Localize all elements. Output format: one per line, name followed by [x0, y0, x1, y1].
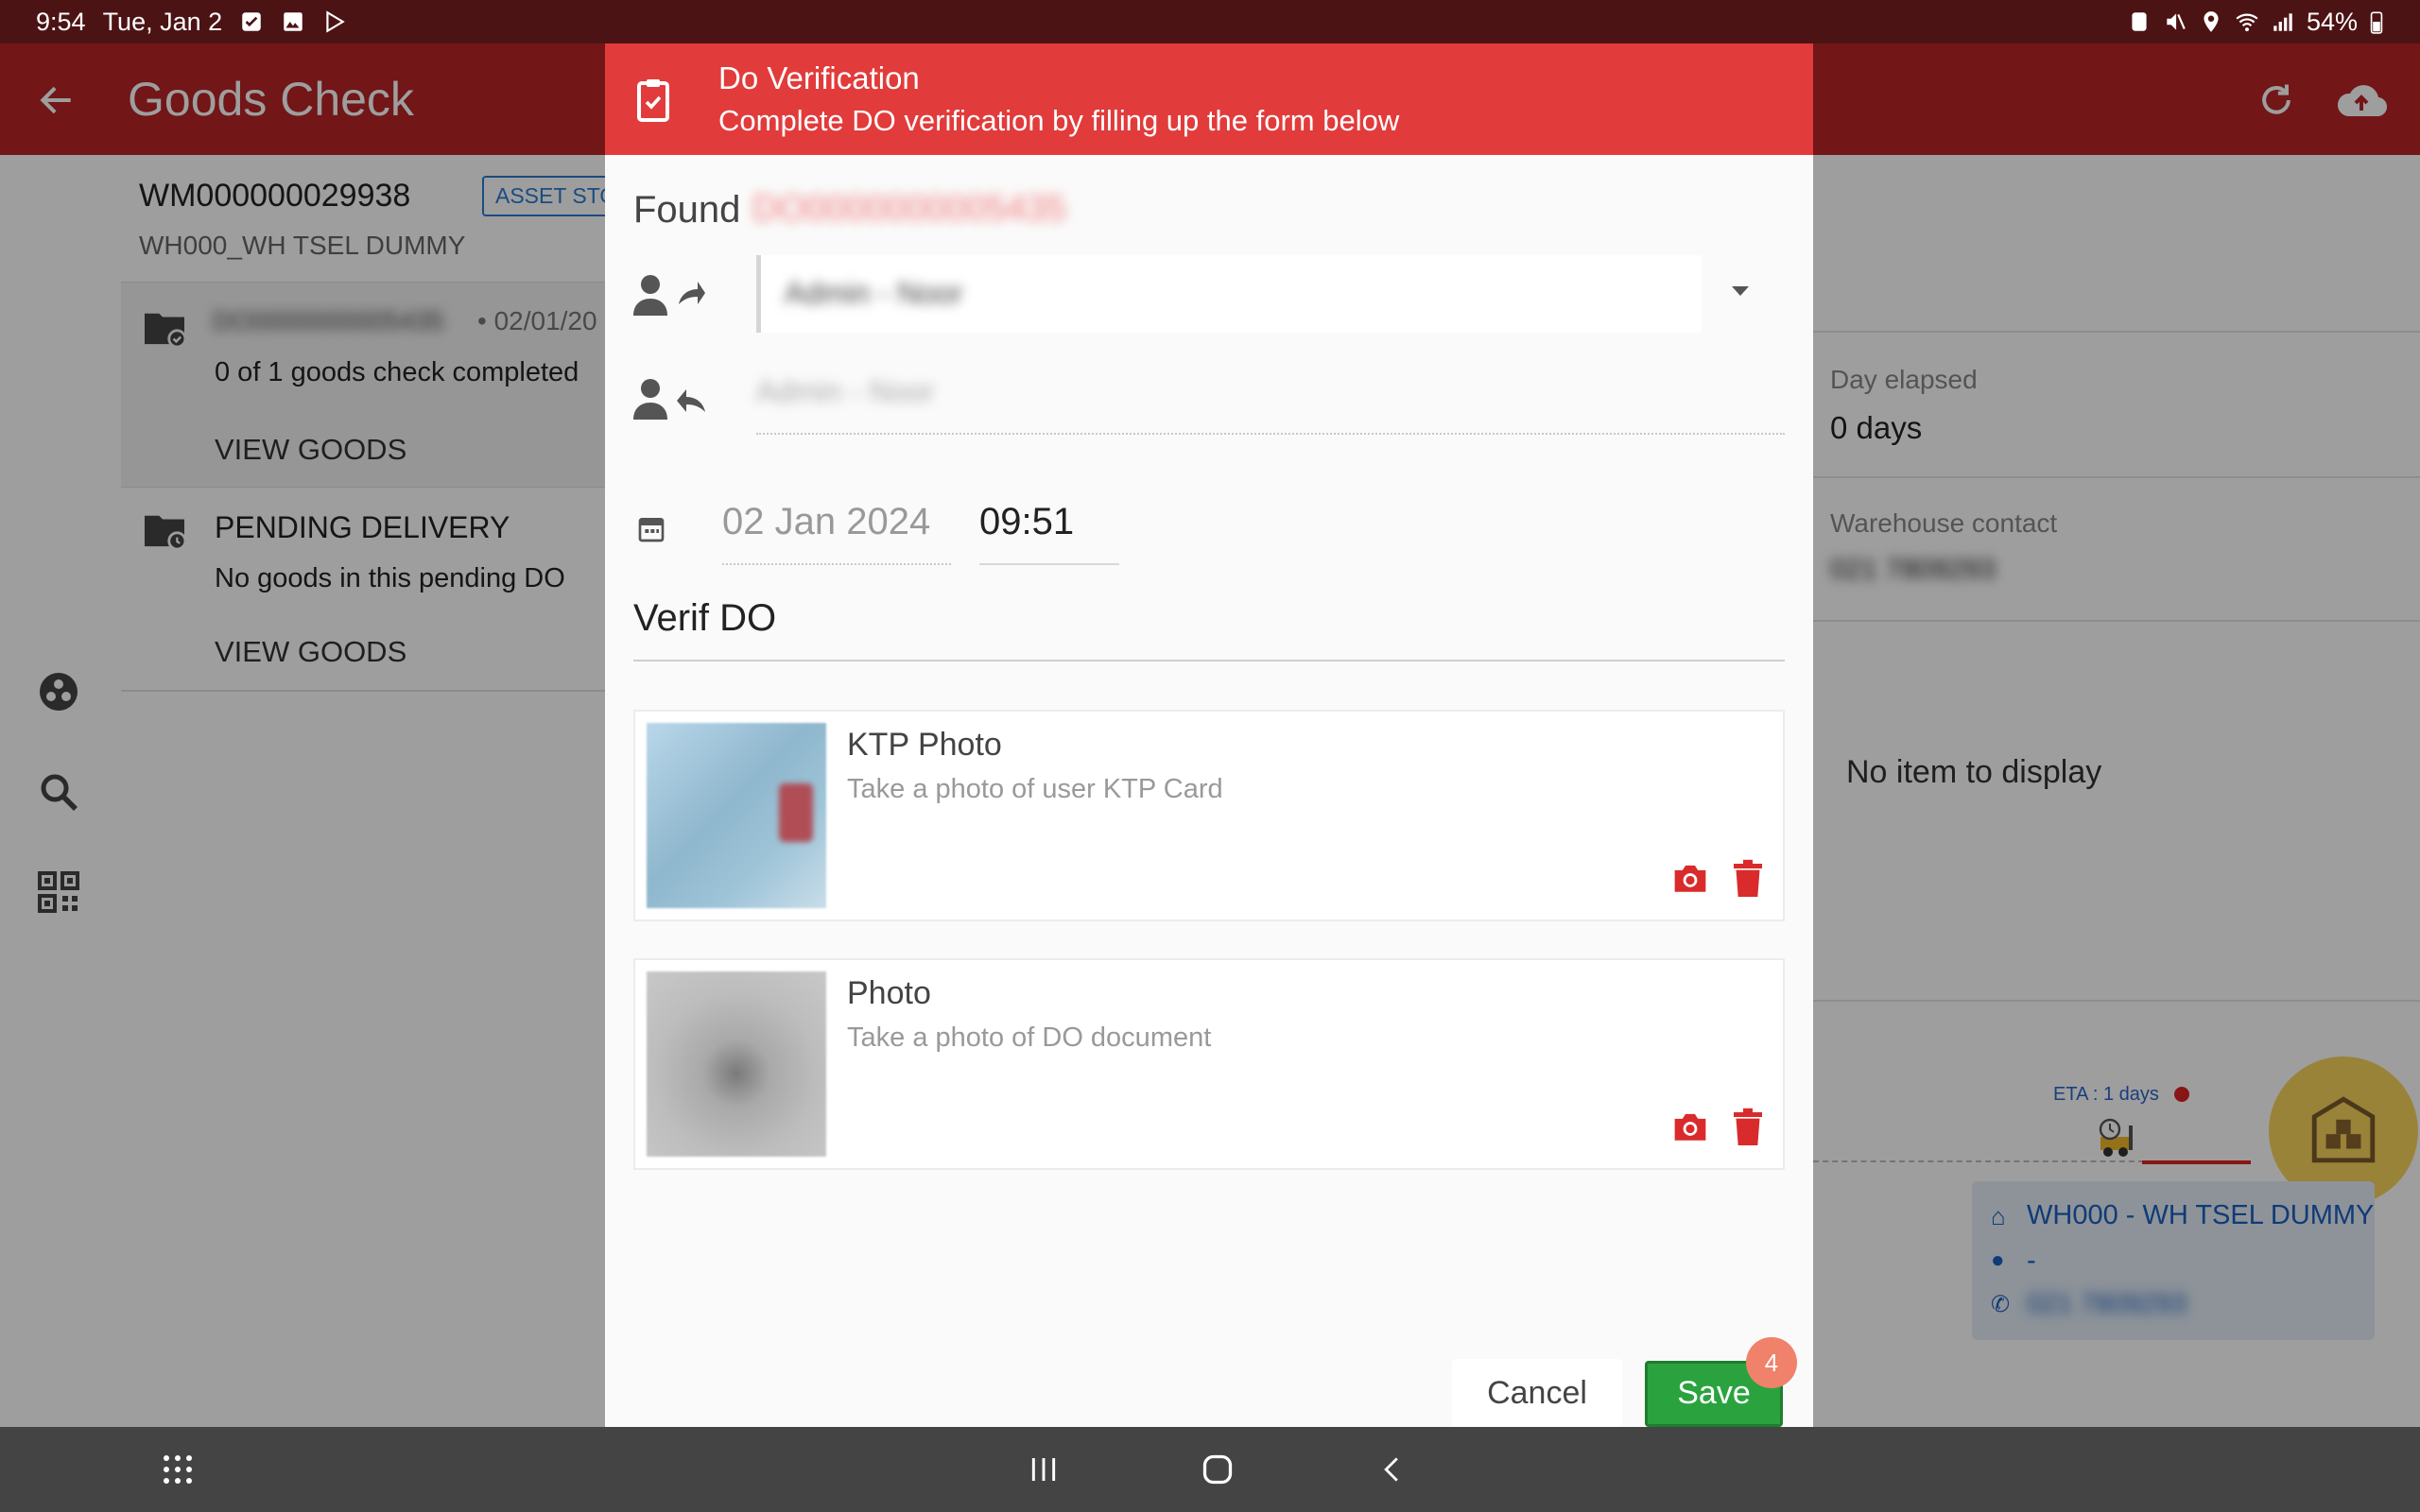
trash-icon[interactable] [1734, 859, 1762, 897]
do-photo-title: Photo [847, 975, 931, 1011]
save-badge: 4 [1746, 1337, 1797, 1388]
signal-icon [2273, 13, 2292, 31]
checkbox-notification-icon [242, 12, 261, 31]
battery-icon [2370, 11, 2383, 34]
ktp-photo-title: KTP Photo [847, 727, 1002, 763]
receiver-field-value: Admin - Noor [756, 374, 935, 408]
system-nav-bar [0, 1427, 2420, 1512]
found-label: Found [633, 189, 741, 231]
do-photo-thumbnail[interactable] [647, 971, 826, 1157]
mute-icon [2167, 13, 2186, 30]
section-title: Verif DO [633, 597, 777, 639]
home-button-icon[interactable] [1201, 1452, 1235, 1486]
do-photo-card: Photo Take a photo of DO document [633, 958, 1785, 1170]
cancel-button[interactable]: Cancel [1452, 1359, 1622, 1427]
date-field[interactable]: 02 Jan 2024 [722, 501, 951, 565]
trash-icon[interactable] [1734, 1108, 1762, 1145]
apps-grid-icon[interactable] [161, 1452, 195, 1486]
section-divider [633, 660, 1785, 662]
image-notification-icon [284, 12, 302, 31]
dialog-title: Do Verification [718, 60, 920, 95]
clipboard-check-icon [637, 79, 669, 122]
ktp-photo-thumbnail[interactable] [647, 723, 826, 908]
back-nav-icon[interactable] [1378, 1452, 1405, 1486]
dialog-header: Do Verification Complete DO verification… [605, 43, 1813, 155]
status-time: 9:54 [36, 7, 86, 36]
sender-select-value: Admin - Noor [785, 276, 963, 310]
found-do-number: DO0000000005435 [752, 189, 1066, 229]
person-reply-icon [633, 379, 705, 420]
play-store-icon [326, 10, 345, 33]
calendar-icon [638, 518, 665, 542]
nfc-icon [2132, 12, 2147, 31]
time-field[interactable]: 09:51 [979, 501, 1119, 565]
ktp-photo-subtitle: Take a photo of user KTP Card [847, 774, 1223, 804]
recent-apps-icon[interactable] [1028, 1452, 1059, 1486]
dialog-subtitle: Complete DO verification by filling up t… [718, 104, 1400, 137]
battery-percent: 54% [2306, 7, 2358, 36]
ktp-photo-card: KTP Photo Take a photo of user KTP Card [633, 710, 1785, 921]
do-photo-subtitle: Take a photo of DO document [847, 1022, 1212, 1053]
person-forward-icon [633, 275, 705, 316]
status-bar: 9:54 Tue, Jan 2 54% [0, 0, 2420, 43]
camera-icon[interactable] [1671, 1109, 1709, 1143]
wifi-icon [2236, 13, 2258, 32]
chevron-down-icon[interactable] [1732, 286, 1749, 296]
status-date: Tue, Jan 2 [102, 7, 223, 36]
location-icon [2204, 11, 2219, 32]
camera-icon[interactable] [1671, 861, 1709, 895]
